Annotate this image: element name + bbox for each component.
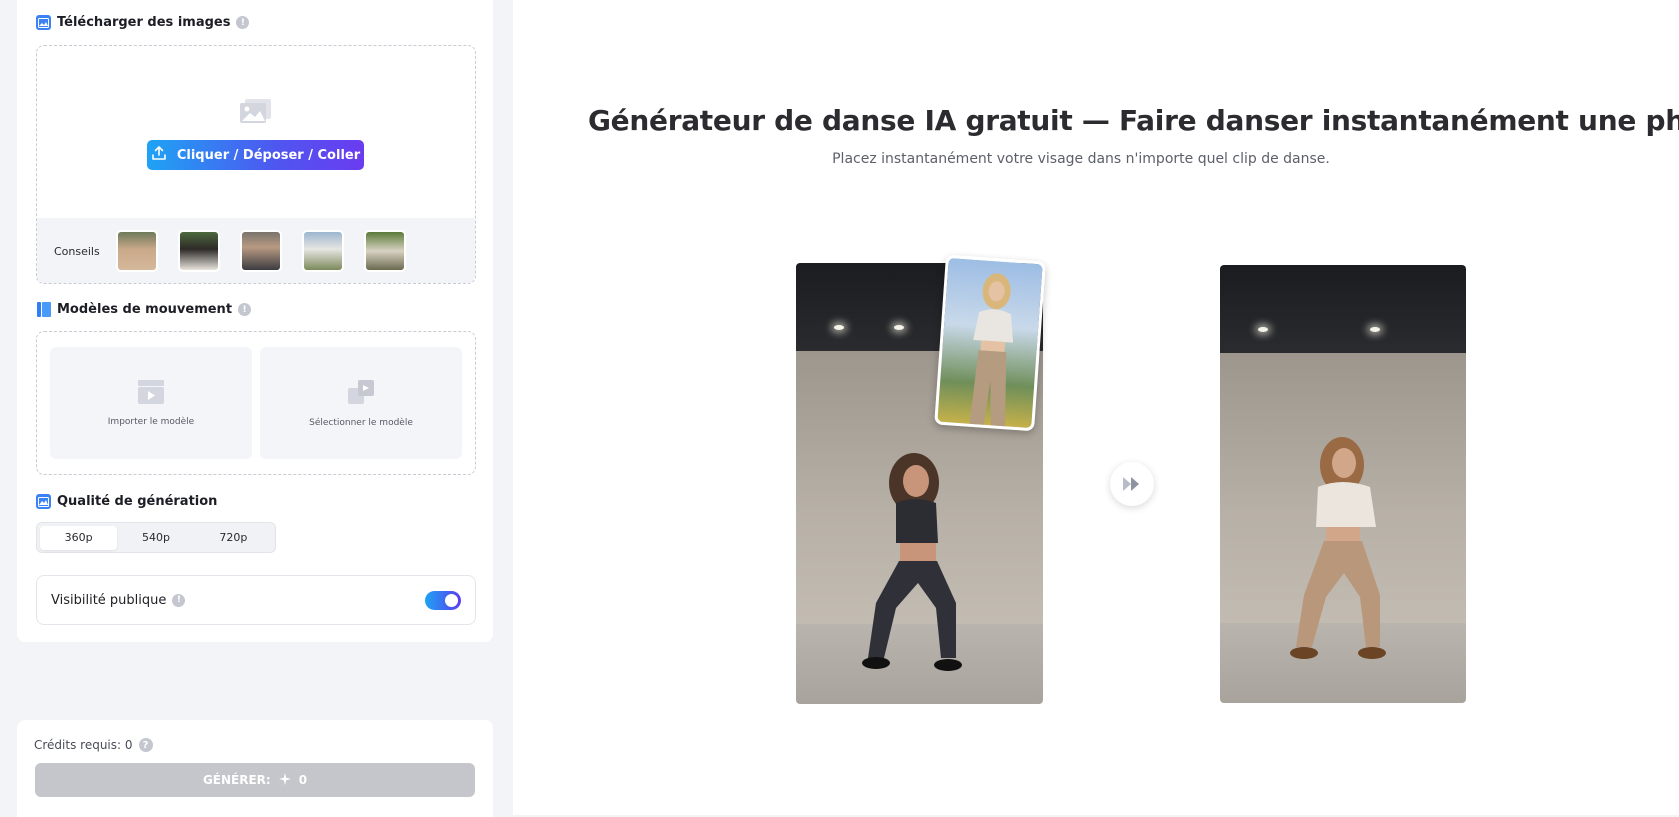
upload-icon — [151, 145, 167, 165]
upload-section-title: Télécharger des images ! — [36, 15, 250, 30]
select-template-button[interactable]: Sélectionner le modèle — [260, 347, 462, 459]
tips-row: Conseils — [37, 218, 475, 283]
upload-button-label: Cliquer / Déposer / Coller — [176, 147, 361, 163]
film-icon — [36, 302, 51, 317]
template-icon — [346, 378, 376, 410]
upload-dropzone[interactable]: Cliquer / Déposer / Coller Conseils — [36, 45, 476, 284]
page-title: Générateur de danse IA gratuit — Faire d… — [588, 104, 1679, 137]
sparkle-icon — [278, 772, 291, 788]
motion-template-box: Importer le modèle Sélectionner le modèl… — [36, 331, 476, 475]
import-template-button[interactable]: Importer le modèle — [50, 347, 252, 459]
tip-thumbnail[interactable] — [363, 230, 406, 272]
public-visibility-row: Visibilité publique ! — [36, 575, 476, 625]
quality-selector: 360p 540p 720p — [36, 522, 276, 553]
credits-label: Crédits requis: 0 — [34, 738, 133, 752]
tip-thumbnail[interactable] — [301, 230, 344, 272]
help-icon[interactable]: ? — [138, 738, 153, 752]
generate-panel: Crédits requis: 0 ? GÉNÉRER: 0 — [17, 720, 493, 817]
generate-cost: 0 — [298, 773, 308, 787]
quality-icon — [36, 494, 51, 509]
quality-option-720p[interactable]: 720p — [195, 526, 272, 550]
visibility-toggle[interactable] — [425, 590, 461, 610]
image-placeholder-icon — [239, 98, 273, 128]
generate-button[interactable]: GÉNÉRER: 0 — [35, 763, 475, 797]
upload-button[interactable]: Cliquer / Déposer / Coller — [147, 140, 364, 170]
quality-option-360p[interactable]: 360p — [40, 525, 118, 550]
transform-arrow-icon — [1110, 462, 1154, 506]
info-icon[interactable]: ! — [238, 303, 252, 316]
image-icon — [36, 15, 51, 30]
video-icon — [137, 379, 165, 409]
select-template-label: Sélectionner le modèle — [309, 418, 413, 428]
quality-option-540p[interactable]: 540p — [117, 526, 194, 550]
tip-thumbnail[interactable] — [239, 230, 282, 272]
upload-title: Télécharger des images — [57, 15, 231, 30]
motion-title: Modèles de mouvement — [57, 302, 233, 317]
info-icon[interactable]: ! — [236, 16, 250, 29]
source-face-photo — [934, 254, 1046, 432]
import-template-label: Importer le modèle — [107, 417, 195, 427]
visibility-label: Visibilité publique — [51, 592, 167, 608]
tips-label: Conseils — [54, 244, 100, 258]
quality-title: Qualité de génération — [57, 494, 218, 509]
motion-section-title: Modèles de mouvement ! — [36, 302, 252, 317]
settings-panel: Télécharger des images ! Cliquer / Dépos… — [17, 0, 493, 642]
tip-thumbnail[interactable] — [115, 230, 158, 272]
credits-row: Crédits requis: 0 ? — [34, 738, 153, 752]
tip-thumbnail[interactable] — [177, 230, 220, 272]
generate-label: GÉNÉRER: — [202, 773, 271, 787]
page-subtitle: Placez instantanément votre visage dans … — [832, 151, 1330, 167]
main-content: Générateur de danse IA gratuit — Faire d… — [513, 0, 1679, 815]
info-icon[interactable]: ! — [172, 593, 186, 607]
quality-section-title: Qualité de génération — [36, 494, 217, 509]
after-dance-image — [1220, 265, 1466, 703]
toggle-knob — [445, 593, 458, 607]
